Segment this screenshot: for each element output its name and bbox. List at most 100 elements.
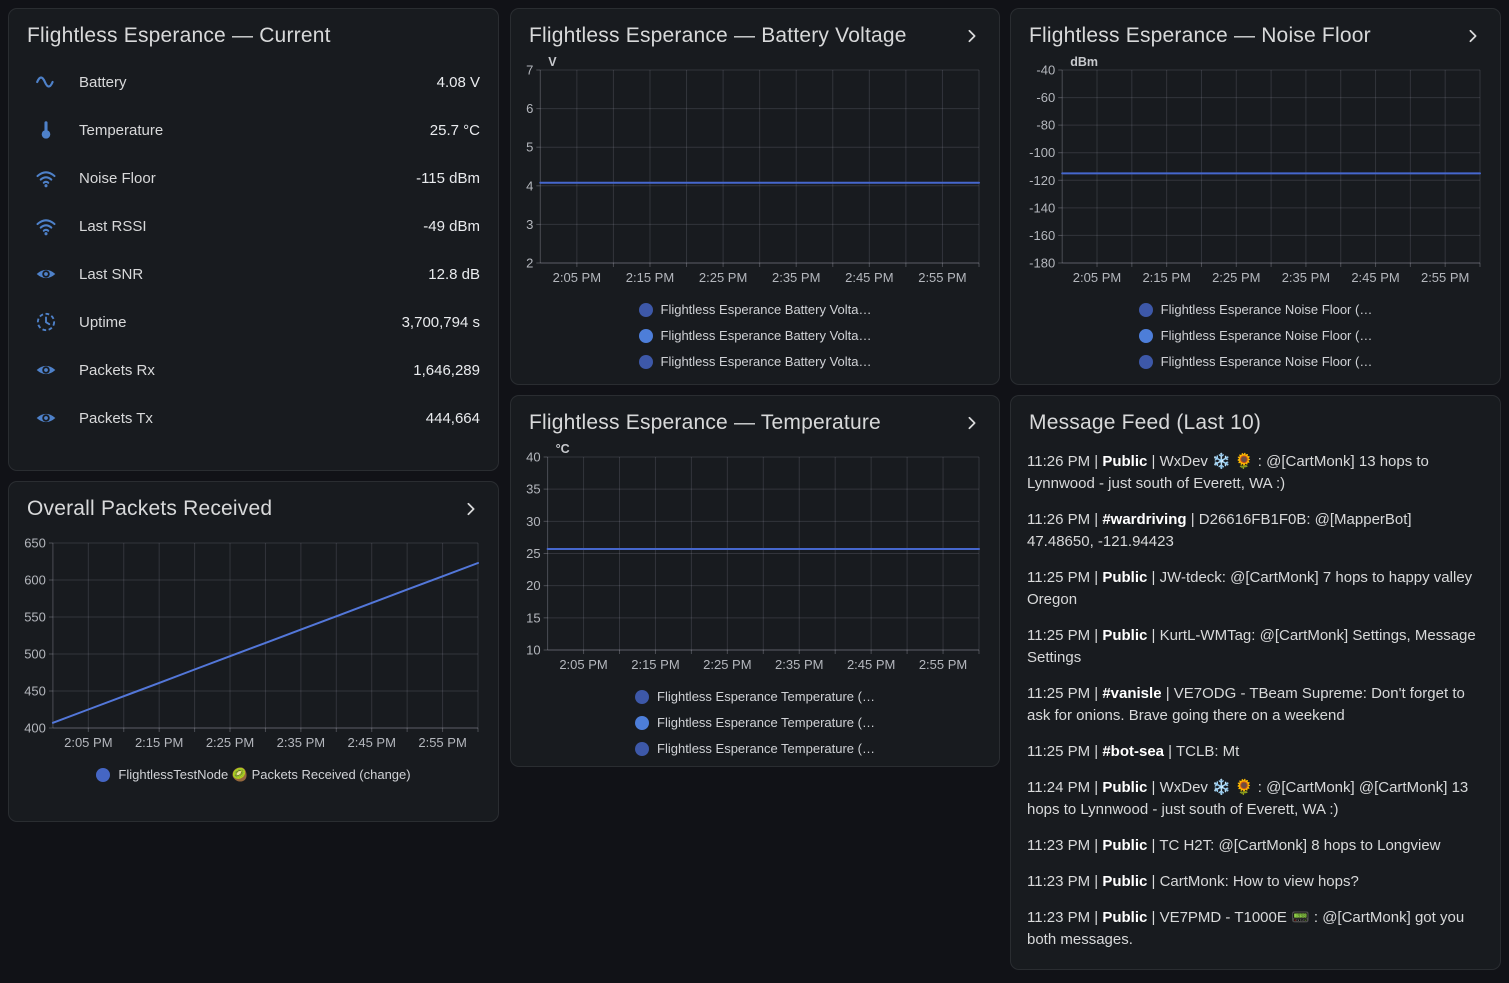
stat-label: Uptime bbox=[79, 314, 402, 331]
stat-label: Noise Floor bbox=[79, 170, 416, 187]
legend-item[interactable]: Flightless Esperance Temperature (… bbox=[635, 715, 875, 730]
panel-title-noise-floor: Flightless Esperance — Noise Floor bbox=[1029, 24, 1371, 48]
panel-header: Flightless Esperance — Current bbox=[9, 9, 498, 52]
legend-item[interactable]: Flightless Esperance Battery Volta… bbox=[639, 302, 872, 317]
svg-text:2:45 PM: 2:45 PM bbox=[847, 657, 895, 672]
message-item: 11:26 PM | Public | WxDev ❄️ 🌻 : @[CartM… bbox=[1027, 451, 1480, 495]
panel-expand-chevron-icon[interactable] bbox=[963, 27, 981, 45]
panel-header: Flightless Esperance — Noise Floor bbox=[1011, 9, 1500, 52]
svg-text:2:25 PM: 2:25 PM bbox=[1212, 270, 1260, 285]
svg-text:-80: -80 bbox=[1036, 118, 1055, 133]
message-channel: #vanisle bbox=[1102, 685, 1161, 702]
legend-series-dot-icon bbox=[635, 716, 649, 730]
legend-item[interactable]: Flightless Esperance Battery Volta… bbox=[639, 328, 872, 343]
message-item: 11:23 PM | Public | VE7PMD - T1000E 📟 : … bbox=[1027, 907, 1480, 951]
svg-text:2:55 PM: 2:55 PM bbox=[418, 735, 466, 750]
message-channel: Public bbox=[1102, 909, 1147, 926]
svg-text:10: 10 bbox=[526, 643, 540, 658]
svg-text:-40: -40 bbox=[1036, 63, 1055, 78]
legend-label: FlightlessTestNode 🥝 Packets Received (c… bbox=[118, 767, 410, 783]
svg-text:2:25 PM: 2:25 PM bbox=[703, 657, 751, 672]
svg-text:15: 15 bbox=[526, 610, 540, 625]
svg-text:3: 3 bbox=[526, 217, 533, 232]
message-channel: Public bbox=[1102, 873, 1147, 890]
legend-item[interactable]: Flightless Esperance Temperature (… bbox=[635, 689, 875, 704]
svg-text:2:55 PM: 2:55 PM bbox=[1421, 270, 1469, 285]
stat-row-temperature: Temperature25.7 °C bbox=[11, 106, 496, 154]
svg-text:650: 650 bbox=[24, 536, 46, 551]
message-channel: Public bbox=[1102, 627, 1147, 644]
message-body: TCLB: Mt bbox=[1176, 743, 1239, 760]
message-time: 11:23 PM bbox=[1027, 873, 1090, 890]
panel-expand-chevron-icon[interactable] bbox=[1464, 27, 1482, 45]
legend-label: Flightless Esperance Battery Volta… bbox=[661, 354, 872, 369]
panel-title-temperature: Flightless Esperance — Temperature bbox=[529, 411, 881, 435]
message-body: CartMonk: How to view hops? bbox=[1160, 873, 1359, 890]
message-time: 11:23 PM bbox=[1027, 837, 1090, 854]
svg-text:2:35 PM: 2:35 PM bbox=[775, 657, 823, 672]
chart-legend: Flightless Esperance Battery Volta… Fligh… bbox=[511, 302, 999, 369]
legend-series-dot-icon bbox=[1139, 329, 1153, 343]
legend-series-dot-icon bbox=[635, 742, 649, 756]
overall-packets-chart[interactable]: 4004505005506006502:05 PM2:15 PM2:25 PM2… bbox=[19, 529, 488, 758]
panel-header: Flightless Esperance — Temperature bbox=[511, 396, 999, 439]
svg-text:2:15 PM: 2:15 PM bbox=[1142, 270, 1190, 285]
svg-text:-160: -160 bbox=[1029, 228, 1055, 243]
panel-battery-voltage: Flightless Esperance — Battery Voltage 2… bbox=[510, 8, 1000, 385]
message-body: KurtL-WMTag: @[CartMonk] Settings, Messa… bbox=[1027, 627, 1476, 666]
panel-expand-chevron-icon[interactable] bbox=[462, 500, 480, 518]
message-time: 11:25 PM bbox=[1027, 685, 1090, 702]
svg-text:-180: -180 bbox=[1029, 256, 1055, 271]
svg-text:500: 500 bbox=[24, 647, 46, 662]
chart-legend: Flightless Esperance Temperature (… Fligh… bbox=[511, 689, 999, 756]
temperature-chart[interactable]: 101520253035402:05 PM2:15 PM2:25 PM2:35 … bbox=[521, 443, 989, 680]
svg-text:450: 450 bbox=[24, 684, 46, 699]
message-body: JW-tdeck: @[CartMonk] 7 hops to happy va… bbox=[1027, 569, 1472, 608]
legend-label: Flightless Esperance Temperature (… bbox=[657, 741, 875, 756]
stat-label: Packets Rx bbox=[79, 362, 413, 379]
svg-text:2:15 PM: 2:15 PM bbox=[135, 735, 183, 750]
stat-row-packets-rx: Packets Rx1,646,289 bbox=[11, 346, 496, 394]
stat-value: -115 dBm bbox=[416, 170, 480, 187]
message-channel: Public bbox=[1102, 837, 1147, 854]
panel-current-stats: Flightless Esperance — Current Battery4.… bbox=[8, 8, 499, 471]
panel-temperature: Flightless Esperance — Temperature 10 15 2… bbox=[510, 395, 1000, 767]
wifi-icon bbox=[35, 167, 57, 189]
legend-series-dot-icon bbox=[1139, 355, 1153, 369]
message-channel: #wardriving bbox=[1102, 511, 1186, 528]
svg-text:2:15 PM: 2:15 PM bbox=[626, 270, 674, 285]
panel-header: Overall Packets Received bbox=[9, 482, 498, 525]
svg-text:2:25 PM: 2:25 PM bbox=[699, 270, 747, 285]
thermometer-icon bbox=[35, 119, 57, 141]
svg-text:7: 7 bbox=[526, 63, 533, 78]
noise-floor-chart[interactable]: -180-160-140-120-100-80-60-402:05 PM2:15… bbox=[1021, 56, 1490, 293]
stat-label: Last SNR bbox=[79, 266, 428, 283]
svg-text:35: 35 bbox=[526, 482, 540, 497]
legend-item[interactable]: Flightless Esperance Temperature (… bbox=[635, 741, 875, 756]
panel-expand-chevron-icon[interactable] bbox=[963, 414, 981, 432]
legend-label: Flightless Esperance Battery Volta… bbox=[661, 328, 872, 343]
svg-text:6: 6 bbox=[526, 101, 533, 116]
legend-item[interactable]: Flightless Esperance Noise Floor (… bbox=[1139, 354, 1373, 369]
stat-value: 1,646,289 bbox=[413, 362, 480, 379]
svg-text:25: 25 bbox=[526, 546, 540, 561]
message-time: 11:25 PM bbox=[1027, 743, 1090, 760]
legend-item[interactable]: Flightless Esperance Noise Floor (… bbox=[1139, 328, 1373, 343]
battery-voltage-chart[interactable]: 2345672:05 PM2:15 PM2:25 PM2:35 PM2:45 P… bbox=[521, 56, 989, 293]
legend-item[interactable]: Flightless Esperance Battery Volta… bbox=[639, 354, 872, 369]
stat-value: 4.08 V bbox=[437, 74, 480, 91]
svg-text:2:05 PM: 2:05 PM bbox=[559, 657, 607, 672]
chart-legend: FlightlessTestNode 🥝 Packets Received (c… bbox=[9, 767, 498, 783]
legend-item[interactable]: Flightless Esperance Noise Floor (… bbox=[1139, 302, 1373, 317]
stat-value: 444,664 bbox=[426, 410, 480, 427]
svg-text:2: 2 bbox=[526, 256, 533, 271]
svg-text:dBm: dBm bbox=[1070, 56, 1098, 69]
svg-text:2:35 PM: 2:35 PM bbox=[277, 735, 325, 750]
stat-value: 3,700,794 s bbox=[402, 314, 480, 331]
legend-label: Flightless Esperance Noise Floor (… bbox=[1161, 328, 1373, 343]
legend-item[interactable]: FlightlessTestNode 🥝 Packets Received (c… bbox=[96, 767, 410, 783]
svg-text:-100: -100 bbox=[1029, 145, 1055, 160]
message-channel: #bot-sea bbox=[1102, 743, 1164, 760]
legend-series-dot-icon bbox=[639, 355, 653, 369]
message-item: 11:23 PM | Public | CartMonk: How to vie… bbox=[1027, 871, 1480, 893]
